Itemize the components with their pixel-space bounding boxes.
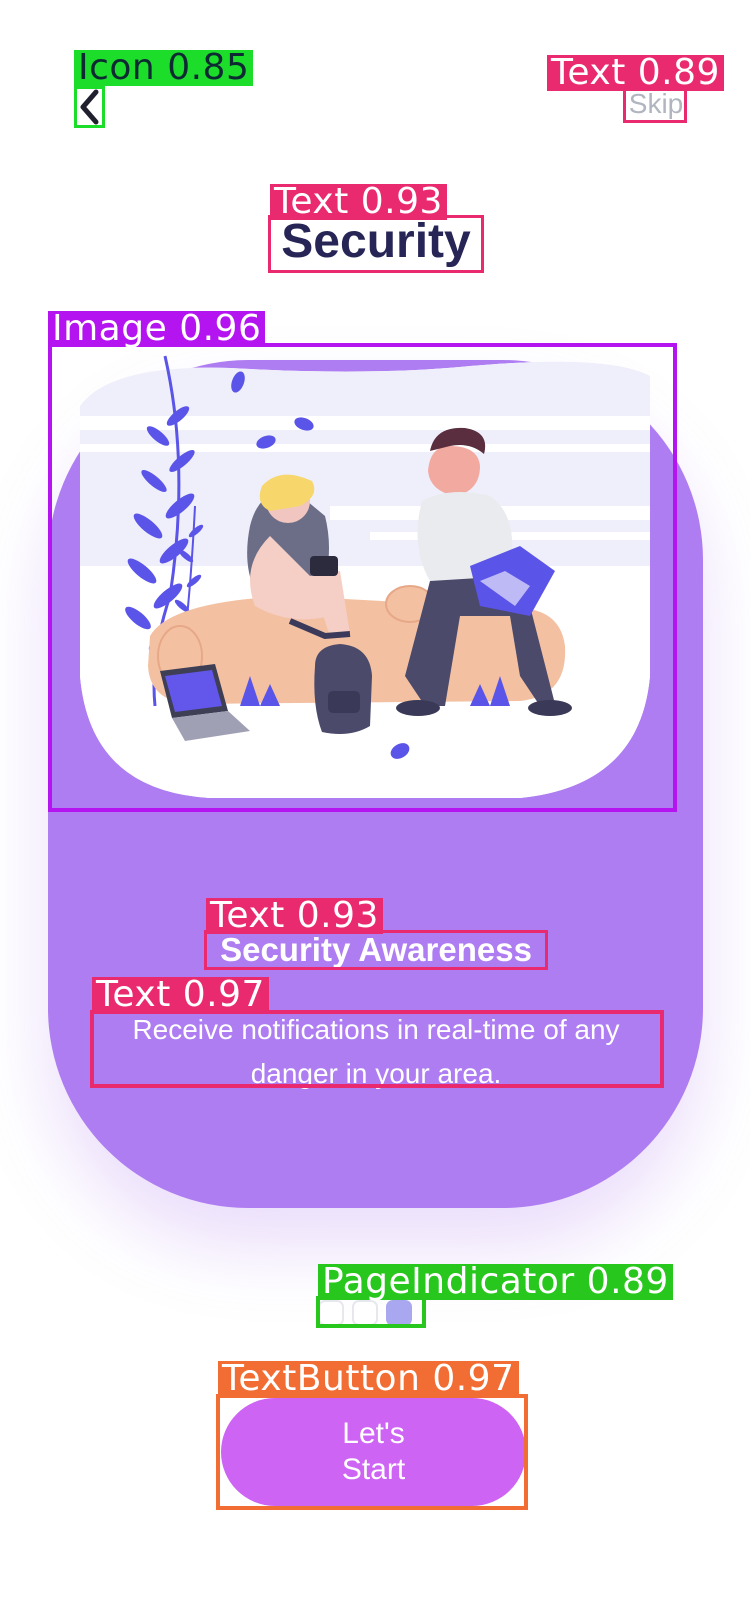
detection-box-button <box>216 1394 528 1510</box>
detection-box-icon <box>74 86 105 128</box>
detection-label-heading: Text 0.93 <box>206 898 383 934</box>
detection-label-image: Image 0.96 <box>48 311 266 347</box>
detection-label-skip: Text 0.89 <box>547 55 724 91</box>
detection-label-body: Text 0.97 <box>92 977 269 1013</box>
detection-label-indicator: PageIndicator 0.89 <box>318 1264 673 1300</box>
detection-box-title <box>268 215 484 273</box>
detection-label-title: Text 0.93 <box>270 184 447 220</box>
detection-box-skip <box>623 88 687 123</box>
detection-label-button: TextButton 0.97 <box>218 1361 519 1397</box>
detection-label-icon: Icon 0.85 <box>74 50 254 86</box>
detection-box-body <box>90 1010 664 1088</box>
detection-box-image <box>48 343 677 812</box>
detection-box-heading <box>204 930 548 970</box>
onboarding-screen: Skip Security Security Awareness Receive… <box>0 0 750 1624</box>
